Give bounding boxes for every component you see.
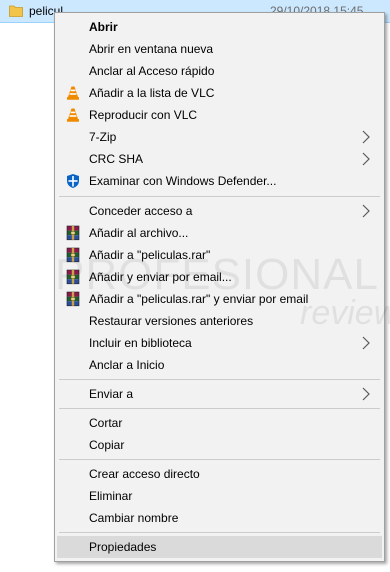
menu-separator bbox=[59, 379, 380, 380]
menu-item-crc-sha[interactable]: CRC SHA bbox=[57, 148, 382, 170]
vlc-icon bbox=[65, 85, 81, 101]
menu-item-cortar[interactable]: Cortar bbox=[57, 412, 382, 434]
folder-icon bbox=[9, 5, 23, 17]
menu-item-windows-defender[interactable]: Examinar con Windows Defender... bbox=[57, 170, 382, 192]
shield-icon bbox=[67, 174, 79, 188]
menu-item-label: 7-Zip bbox=[89, 130, 117, 144]
vlc-icon bbox=[65, 107, 81, 123]
menu-item-label: Reproducir con VLC bbox=[89, 108, 198, 122]
menu-item-vlc-lista[interactable]: Añadir a la lista de VLC bbox=[57, 82, 382, 104]
menu-item-eliminar[interactable]: Eliminar bbox=[57, 485, 382, 507]
menu-separator bbox=[59, 532, 380, 533]
menu-item-restaurar-versiones[interactable]: Restaurar versiones anteriores bbox=[57, 310, 382, 332]
menu-item-rar-anadir-archivo[interactable]: Añadir al archivo... bbox=[57, 222, 382, 244]
menu-item-abrir[interactable]: Abrir bbox=[57, 16, 382, 38]
menu-item-label: Abrir en ventana nueva bbox=[89, 42, 214, 56]
menu-item-label: Añadir a "peliculas.rar" bbox=[89, 248, 211, 262]
chevron-right-icon bbox=[362, 387, 370, 401]
menu-item-anclar-inicio[interactable]: Anclar a Inicio bbox=[57, 354, 382, 376]
menu-item-label: Enviar a bbox=[89, 387, 134, 401]
context-menu: PROFESIONAL review Abrir Abrir en ventan… bbox=[54, 12, 390, 562]
menu-item-label: Abrir bbox=[89, 20, 118, 34]
menu-item-label: Eliminar bbox=[89, 489, 133, 503]
menu-item-label: Conceder acceso a bbox=[89, 204, 193, 218]
menu-item-label: Añadir y enviar por email... bbox=[89, 270, 232, 284]
menu-item-crear-acceso-directo[interactable]: Crear acceso directo bbox=[57, 463, 382, 485]
menu-separator bbox=[59, 408, 380, 409]
menu-item-label: Anclar al Acceso rápido bbox=[89, 64, 215, 78]
menu-item-enviar-a[interactable]: Enviar a bbox=[57, 383, 382, 405]
menu-item-7zip[interactable]: 7-Zip bbox=[57, 126, 382, 148]
menu-item-label: Propiedades bbox=[89, 540, 157, 554]
menu-separator bbox=[59, 196, 380, 197]
menu-item-anclar-acceso-rapido[interactable]: Anclar al Acceso rápido bbox=[57, 60, 382, 82]
chevron-right-icon bbox=[362, 152, 370, 166]
menu-item-rar-anadir-peliculas[interactable]: Añadir a "peliculas.rar" bbox=[57, 244, 382, 266]
menu-item-incluir-biblioteca[interactable]: Incluir en biblioteca bbox=[57, 332, 382, 354]
winrar-icon bbox=[65, 247, 81, 263]
menu-item-label: Cortar bbox=[89, 416, 123, 430]
winrar-icon bbox=[65, 291, 81, 307]
menu-separator bbox=[59, 459, 380, 460]
menu-item-label: CRC SHA bbox=[89, 152, 144, 166]
menu-item-label: Copiar bbox=[89, 438, 125, 452]
winrar-icon bbox=[65, 269, 81, 285]
menu-item-label: Restaurar versiones anteriores bbox=[89, 314, 254, 328]
winrar-icon bbox=[65, 225, 81, 241]
menu-item-label: Cambiar nombre bbox=[89, 511, 179, 525]
chevron-right-icon bbox=[362, 336, 370, 350]
menu-item-label: Anclar a Inicio bbox=[89, 358, 165, 372]
chevron-right-icon bbox=[362, 130, 370, 144]
menu-item-rar-peliculas-email[interactable]: Añadir a "peliculas.rar" y enviar por em… bbox=[57, 288, 382, 310]
chevron-right-icon bbox=[362, 204, 370, 218]
menu-item-abrir-ventana-nueva[interactable]: Abrir en ventana nueva bbox=[57, 38, 382, 60]
menu-item-cambiar-nombre[interactable]: Cambiar nombre bbox=[57, 507, 382, 529]
menu-item-label: Añadir a "peliculas.rar" y enviar por em… bbox=[89, 292, 309, 306]
menu-item-label: Añadir al archivo... bbox=[89, 226, 189, 240]
menu-item-conceder-acceso[interactable]: Conceder acceso a bbox=[57, 200, 382, 222]
menu-item-rar-enviar-email[interactable]: Añadir y enviar por email... bbox=[57, 266, 382, 288]
menu-item-label: Crear acceso directo bbox=[89, 467, 200, 481]
menu-item-copiar[interactable]: Copiar bbox=[57, 434, 382, 456]
menu-item-label: Añadir a la lista de VLC bbox=[89, 86, 215, 100]
menu-item-vlc-reproducir[interactable]: Reproducir con VLC bbox=[57, 104, 382, 126]
menu-item-label: Examinar con Windows Defender... bbox=[89, 174, 277, 188]
menu-item-label: Incluir en biblioteca bbox=[89, 336, 192, 350]
menu-item-propiedades[interactable]: Propiedades bbox=[57, 536, 382, 558]
